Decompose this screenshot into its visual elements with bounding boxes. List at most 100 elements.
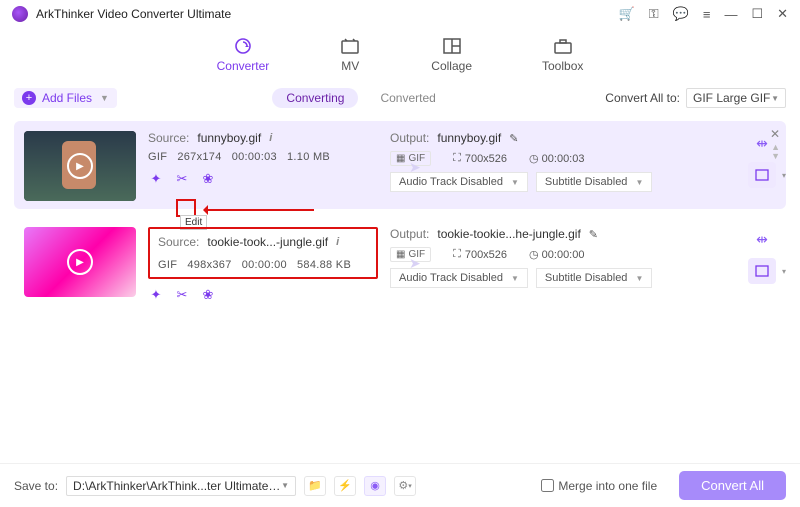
merge-label: Merge into one file: [558, 479, 657, 493]
compress-icon[interactable]: ⇹: [756, 231, 768, 248]
file-item[interactable]: ▶ Source: tookie-took...-jungle.gif i GI…: [14, 217, 786, 311]
remove-item-icon[interactable]: ✕: [770, 127, 780, 141]
info-icon[interactable]: i: [269, 132, 272, 144]
compress-icon[interactable]: ⇹: [756, 135, 768, 152]
source-label: Source:: [158, 235, 199, 249]
hardware-accel-button[interactable]: ⚡: [334, 476, 356, 496]
source-size: 1.10 MB: [287, 151, 330, 163]
tab-mv[interactable]: MV: [339, 36, 361, 73]
feedback-icon[interactable]: 💬: [673, 6, 689, 22]
menu-icon[interactable]: ≡: [703, 7, 711, 22]
chevron-down-icon: ▼: [100, 93, 109, 103]
source-duration: 00:00:00: [242, 259, 287, 271]
arrow-right-icon: ➤: [409, 159, 421, 176]
source-format: GIF: [158, 259, 177, 271]
chevron-down-icon: ▼: [771, 94, 779, 103]
tab-converted[interactable]: Converted: [366, 88, 449, 108]
source-size: 584.88 KB: [297, 259, 351, 271]
collage-icon: [441, 36, 463, 56]
output-resolution: 700x526: [465, 249, 507, 261]
arrow-right-icon: ➤: [409, 255, 421, 272]
tab-label: Collage: [431, 59, 472, 73]
save-path-value: D:\ArkThinker\ArkThink...ter Ultimate\Co…: [73, 479, 281, 493]
source-filename: funnyboy.gif: [197, 131, 261, 145]
window-controls: 🛒 ⚿ 💬 ≡ — ☐ ✕: [619, 6, 788, 22]
tab-converter[interactable]: Converter: [217, 36, 270, 73]
tab-toolbox[interactable]: Toolbox: [542, 36, 583, 73]
output-format-button[interactable]: [748, 162, 776, 188]
output-filename: tookie-tookie...he-jungle.gif: [437, 227, 580, 241]
settings-button[interactable]: ⚙▾: [394, 476, 416, 496]
resize-icon: ⛶: [453, 248, 461, 261]
convert-all-button[interactable]: Convert All: [679, 471, 786, 500]
info-icon[interactable]: i: [336, 236, 339, 248]
output-duration: 00:00:03: [542, 153, 585, 165]
merge-checkbox[interactable]: Merge into one file: [541, 479, 657, 493]
add-files-button[interactable]: + Add Files ▼: [14, 88, 117, 108]
subtitle-select[interactable]: Subtitle Disabled▼: [536, 172, 652, 192]
cut-icon[interactable]: ✂: [174, 287, 190, 303]
source-duration: 00:00:03: [232, 151, 277, 163]
output-label: Output:: [390, 227, 429, 241]
source-format: GIF: [148, 151, 167, 163]
key-icon[interactable]: ⚿: [649, 6, 659, 22]
resize-icon: ⛶: [453, 152, 461, 165]
annotation-highlight-box: Source: tookie-took...-jungle.gif i GIF …: [148, 227, 378, 279]
enhance-icon[interactable]: ❀: [200, 171, 216, 187]
mv-icon: [339, 36, 361, 56]
app-logo-icon: [12, 6, 28, 22]
add-files-label: Add Files: [42, 91, 92, 105]
merge-checkbox-input[interactable]: [541, 479, 554, 492]
clock-icon: ◷: [529, 152, 539, 165]
output-filename: funnyboy.gif: [437, 131, 501, 145]
source-label: Source:: [148, 131, 189, 145]
thumbnail[interactable]: ▶: [24, 131, 136, 201]
convert-all-to-label: Convert All to:: [605, 91, 680, 105]
enhance-icon[interactable]: ❀: [200, 287, 216, 303]
converter-icon: [232, 36, 254, 56]
save-path-select[interactable]: D:\ArkThinker\ArkThink...ter Ultimate\Co…: [66, 476, 296, 496]
rename-icon[interactable]: ✎: [589, 228, 598, 241]
bottom-bar: Save to: D:\ArkThinker\ArkThink...ter Ul…: [0, 463, 800, 507]
titlebar: ArkThinker Video Converter Ultimate 🛒 ⚿ …: [0, 0, 800, 28]
output-format-button[interactable]: [748, 258, 776, 284]
convert-all-format-select[interactable]: GIF Large GIF ▼: [686, 88, 786, 108]
reorder-icon[interactable]: ▲▼: [771, 143, 780, 161]
source-resolution: 267x174: [177, 151, 221, 163]
clock-icon: ◷: [529, 248, 539, 261]
edit-wand-icon[interactable]: ✦: [148, 287, 164, 303]
file-item[interactable]: ▶ Source: funnyboy.gif i GIF 267x174 00:…: [14, 121, 786, 209]
edit-wand-icon[interactable]: ✦: [148, 171, 164, 187]
source-filename: tookie-took...-jungle.gif: [207, 235, 328, 249]
cut-icon[interactable]: ✂: [174, 171, 190, 187]
toolbox-icon: [552, 36, 574, 56]
minimize-icon[interactable]: —: [724, 7, 737, 22]
subtitle-select[interactable]: Subtitle Disabled▼: [536, 268, 652, 288]
open-folder-button[interactable]: 📁: [304, 476, 326, 496]
output-resolution: 700x526: [465, 153, 507, 165]
task-schedule-button[interactable]: ◉: [364, 476, 386, 496]
output-label: Output:: [390, 131, 429, 145]
play-icon: ▶: [67, 153, 93, 179]
source-resolution: 498x367: [187, 259, 231, 271]
plus-icon: +: [22, 91, 36, 105]
thumbnail[interactable]: ▶: [24, 227, 136, 297]
tab-label: MV: [341, 59, 359, 73]
close-icon[interactable]: ✕: [777, 6, 788, 22]
rename-icon[interactable]: ✎: [509, 132, 518, 145]
tab-label: Converter: [217, 59, 270, 73]
play-icon: ▶: [67, 249, 93, 275]
cart-icon[interactable]: 🛒: [619, 6, 635, 22]
toolbar: + Add Files ▼ Converting Converted Conve…: [14, 83, 786, 113]
save-to-label: Save to:: [14, 479, 58, 493]
tab-label: Toolbox: [542, 59, 583, 73]
output-duration: 00:00:00: [542, 249, 585, 261]
maximize-icon[interactable]: ☐: [751, 6, 763, 22]
tab-converting[interactable]: Converting: [272, 88, 358, 108]
app-title: ArkThinker Video Converter Ultimate: [36, 7, 231, 21]
annotation-arrow: [204, 209, 314, 211]
chevron-down-icon: ▼: [281, 481, 289, 490]
main-tabs: Converter MV Collage Toolbox: [0, 28, 800, 83]
convert-all-format-value: GIF Large GIF: [693, 91, 770, 105]
tab-collage[interactable]: Collage: [431, 36, 472, 73]
